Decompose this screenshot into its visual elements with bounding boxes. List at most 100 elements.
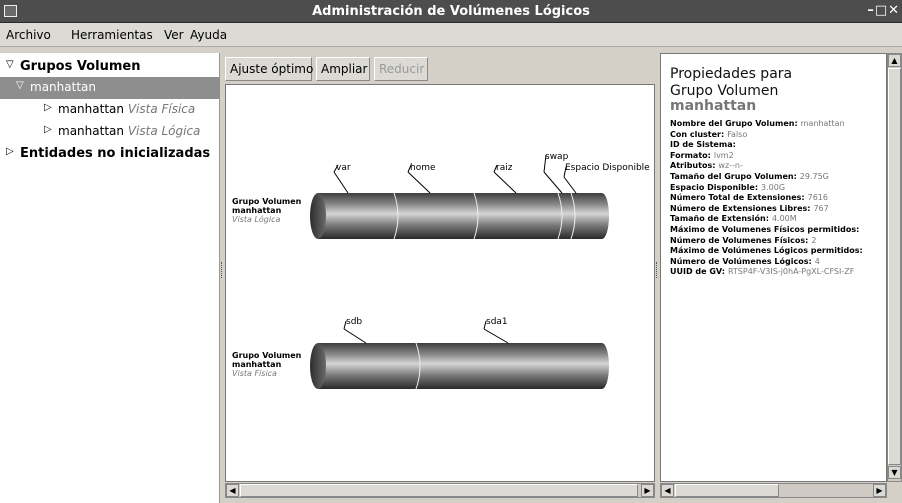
canvas-scroll-thumb[interactable] bbox=[240, 484, 638, 497]
property-row: Número de Volumenes Físicos: 2 bbox=[670, 236, 816, 246]
tree-item-uninitialized[interactable]: ▷ Entidades no inicializadas bbox=[0, 143, 220, 165]
property-row: Espacio Disponible: 3.00G bbox=[670, 183, 785, 193]
volume-canvas[interactable]: var home raiz swap Espacio Disponible Gr… bbox=[225, 84, 655, 482]
property-key: Máximo de Volúmenes Lógicos permitidos: bbox=[670, 246, 863, 256]
property-key: Número de Extensiones Libres: bbox=[670, 203, 811, 213]
scroll-left-icon[interactable]: ◀ bbox=[661, 484, 674, 497]
tree-log-name: manhattan bbox=[58, 124, 124, 138]
property-value: 4.00M bbox=[771, 214, 797, 224]
property-key: Nombre del Grupo Volumen: bbox=[670, 119, 798, 128]
canvas-horizontal-scrollbar[interactable]: ◀ ▶ bbox=[225, 483, 655, 498]
props-heading: Propiedades para Grupo Volumen bbox=[670, 66, 793, 99]
property-value: RTSP4F-V3IS-j0hA-PgXL-CFSI-ZF bbox=[727, 267, 855, 277]
title-bar: Administración de Volúmenes Lógicos –□✕ bbox=[0, 0, 902, 23]
logical-label-line2: manhattan bbox=[232, 206, 282, 215]
menu-archivo[interactable]: Archivo bbox=[6, 28, 51, 42]
property-row: ID de Sistema: bbox=[670, 140, 739, 150]
tree-item-manhattan[interactable]: ▽ manhattan bbox=[0, 77, 220, 99]
property-row: Tamaño de Extensión: 4.00M bbox=[670, 214, 797, 224]
property-value: 4 bbox=[814, 256, 820, 266]
expanded-triangle-icon[interactable]: ▽ bbox=[16, 80, 24, 91]
property-key: Número de Volúmenes Lógicos: bbox=[670, 256, 812, 266]
properties-scroll-thumb[interactable] bbox=[888, 68, 901, 465]
tree-item-logical-view[interactable]: ▷ manhattan Vista Lógica bbox=[0, 121, 220, 143]
property-row: Número de Volúmenes Lógicos: 4 bbox=[670, 257, 820, 267]
property-row: Máximo de Volumenes Físicos permitidos: bbox=[670, 225, 862, 235]
scroll-down-icon[interactable]: ▼ bbox=[888, 466, 901, 479]
physical-label-line3: Vista Física bbox=[232, 369, 277, 378]
expanded-triangle-icon[interactable]: ▽ bbox=[6, 59, 14, 70]
segment-label: sda1 bbox=[486, 317, 508, 327]
logical-group-label: Grupo Volumen manhattan Vista Lógica bbox=[232, 197, 301, 224]
scroll-right-icon[interactable]: ▶ bbox=[641, 484, 654, 497]
splitter-handle[interactable] bbox=[221, 262, 223, 278]
segment-label: raiz bbox=[496, 163, 513, 173]
property-key: ID de Sistema: bbox=[670, 140, 736, 150]
property-value: 767 bbox=[813, 203, 829, 213]
logical-cylinder[interactable] bbox=[310, 192, 609, 240]
menu-bar: Archivo Herramientas Ver Ayuda bbox=[0, 23, 902, 47]
property-value: 29.75G bbox=[799, 172, 829, 181]
fit-button[interactable]: Ajuste óptimo bbox=[225, 57, 313, 81]
properties-panel: Propiedades para Grupo Volumen manhattan… bbox=[660, 53, 887, 482]
collapsed-triangle-icon[interactable]: ▷ bbox=[44, 102, 52, 113]
physical-label-line2: manhattan bbox=[232, 360, 282, 369]
property-value: 7616 bbox=[807, 193, 828, 203]
property-row: Número de Extensiones Libres: 767 bbox=[670, 204, 829, 214]
window-controls[interactable]: –□✕ bbox=[867, 3, 900, 18]
property-key: Máximo de Volumenes Físicos permitidos: bbox=[670, 225, 860, 234]
tree-item-groups[interactable]: ▽ Grupos Volumen bbox=[0, 56, 220, 78]
property-row: Número Total de Extensiones: 7616 bbox=[670, 193, 828, 203]
logical-cylinder-cap bbox=[310, 193, 326, 239]
property-row: Formato: lvm2 bbox=[670, 151, 734, 161]
segment-label: var bbox=[336, 163, 351, 173]
tree-groups-label: Grupos Volumen bbox=[20, 59, 141, 74]
property-value: lvm2 bbox=[713, 150, 734, 160]
physical-group-label: Grupo Volumen manhattan Vista Física bbox=[232, 351, 301, 378]
properties-horizontal-scrollbar[interactable]: ◀ ▶ bbox=[660, 483, 887, 498]
menu-ayuda[interactable]: Ayuda bbox=[190, 28, 227, 42]
scroll-left-icon[interactable]: ◀ bbox=[226, 484, 239, 497]
property-key: UUID de GV: bbox=[670, 267, 725, 277]
properties-hscroll-thumb[interactable] bbox=[675, 484, 779, 497]
segment-label: swap bbox=[545, 152, 569, 162]
property-value: 2 bbox=[811, 235, 817, 245]
property-row: Con cluster: Falso bbox=[670, 130, 747, 140]
property-key: Tamaño del Grupo Volumen: bbox=[670, 172, 797, 181]
volume-diagram bbox=[310, 154, 609, 390]
property-value: wz--n- bbox=[718, 161, 743, 171]
physical-label-line1: Grupo Volumen bbox=[232, 351, 302, 360]
property-row: UUID de GV: RTSP4F-V3IS-j0hA-PgXL-CFSI-ZF bbox=[670, 267, 854, 277]
zoom-out-button[interactable]: Reducir bbox=[374, 57, 428, 81]
logical-label-line1: Grupo Volumen bbox=[232, 197, 302, 206]
properties-vertical-scrollbar[interactable]: ▲ ▼ bbox=[887, 53, 902, 482]
property-key: Con cluster: bbox=[670, 129, 725, 139]
menu-ver[interactable]: Ver bbox=[164, 28, 184, 42]
collapsed-triangle-icon[interactable]: ▷ bbox=[6, 146, 14, 157]
scroll-right-icon[interactable]: ▶ bbox=[873, 484, 886, 497]
property-key: Tamaño de Extensión: bbox=[670, 214, 769, 224]
props-group-name: manhattan bbox=[670, 98, 757, 114]
physical-cylinder[interactable] bbox=[310, 342, 609, 390]
collapsed-triangle-icon[interactable]: ▷ bbox=[44, 124, 52, 135]
scroll-up-icon[interactable]: ▲ bbox=[888, 54, 901, 67]
property-row: Atributos: wz--n- bbox=[670, 161, 743, 171]
tree-item-physical-view[interactable]: ▷ manhattan Vista Física bbox=[0, 99, 220, 121]
menu-herramientas[interactable]: Herramientas bbox=[71, 28, 153, 42]
property-key: Número Total de Extensiones: bbox=[670, 193, 805, 203]
property-row: Nombre del Grupo Volumen: manhattan bbox=[670, 119, 845, 129]
segment-label: home bbox=[410, 163, 436, 173]
physical-cylinder-cap bbox=[310, 343, 326, 389]
window-title: Administración de Volúmenes Lógicos bbox=[312, 4, 590, 19]
zoom-in-button[interactable]: Ampliar bbox=[316, 57, 370, 81]
logical-label-line3: Vista Lógica bbox=[232, 215, 281, 224]
tree-phys-name: manhattan bbox=[58, 102, 124, 116]
tree-log-view: Vista Lógica bbox=[127, 124, 201, 138]
property-key: Número de Volumenes Físicos: bbox=[670, 235, 809, 245]
tree-uninit-label: Entidades no inicializadas bbox=[20, 146, 211, 161]
volume-tree: ▽ Grupos Volumen ▽ manhattan ▷ manhattan… bbox=[0, 53, 220, 503]
property-value: Falso bbox=[727, 129, 748, 139]
tree-group-name: manhattan bbox=[30, 80, 96, 94]
property-key: Atributos: bbox=[670, 161, 716, 171]
splitter-handle[interactable] bbox=[656, 262, 658, 278]
